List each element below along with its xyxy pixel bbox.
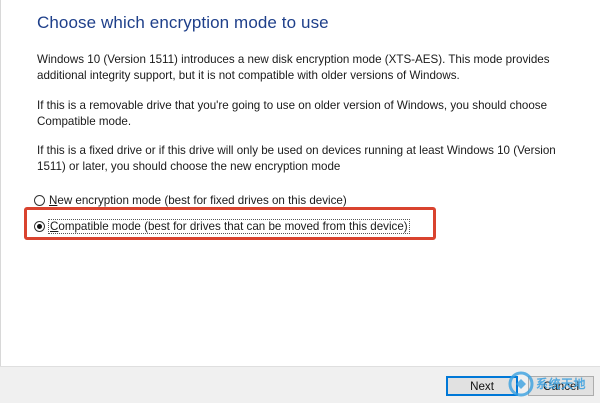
new-encryption-mode-radio[interactable] [34, 194, 45, 206]
watermark-text: 系统天地 [536, 377, 587, 391]
page-title: Choose which encryption mode to use [37, 13, 329, 32]
description-paragraph-2: If this is a removable drive that you're… [37, 99, 548, 128]
watermark-logo-icon [508, 371, 534, 397]
new-encryption-mode-label[interactable]: New encryption mode (best for fixed driv… [49, 194, 347, 207]
bitlocker-encryption-dialog: Choose which encryption mode to use Wind… [0, 0, 600, 403]
site-watermark: 系统天地 [500, 366, 600, 402]
highlight-annotation-box [24, 207, 436, 240]
description-paragraph-3: If this is a fixed drive or if this driv… [37, 144, 556, 173]
dialog-border [0, 0, 1, 402]
description-paragraph-1: Windows 10 (Version 1511) introduces a n… [37, 53, 550, 82]
